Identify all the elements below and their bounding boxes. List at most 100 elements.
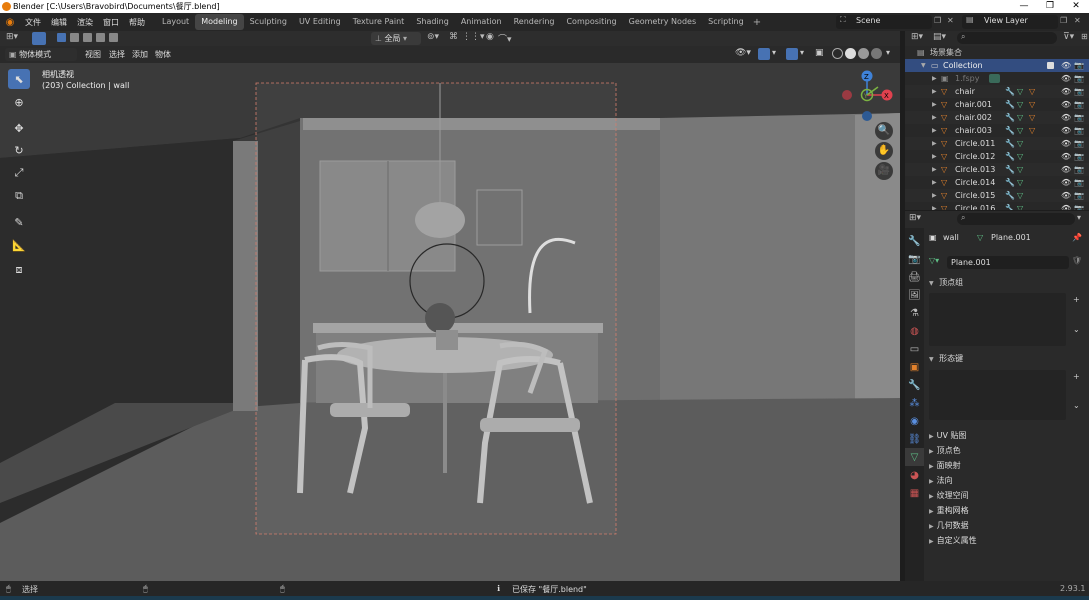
world-tab-icon[interactable]: ◍ <box>905 322 924 340</box>
outliner-item[interactable]: ▶ ▽ Circle.012 🔧 ▽ 👁 📷 <box>905 150 1089 163</box>
visibility-eye-icon[interactable]: 👁 <box>1061 150 1071 163</box>
collection-render-icon[interactable]: 📷 <box>1074 59 1084 72</box>
shading-dropdown-icon[interactable]: ▾ <box>886 48 890 57</box>
outliner-item[interactable]: ▶ ▽ chair.002 🔧 ▽ ▽ 👁 📷 <box>905 111 1089 124</box>
panel-header[interactable]: ▶ 法向 <box>925 473 1089 488</box>
collection-tab-icon[interactable]: ▭ <box>905 340 924 358</box>
cursor-tool[interactable]: ⊕ <box>8 92 30 112</box>
viewport-menu-object[interactable]: 物体 <box>150 49 176 60</box>
shading-solid-icon[interactable] <box>845 48 856 59</box>
material-tab-icon[interactable]: ◕ <box>905 466 924 484</box>
expand-icon[interactable]: ▶ <box>932 150 937 163</box>
texture-tab-icon[interactable]: ▦ <box>905 484 924 502</box>
navigation-gizmo[interactable]: Z X Y <box>836 65 896 125</box>
collection-checkbox[interactable] <box>1047 62 1054 69</box>
camera-view-icon[interactable]: 🎥 <box>875 162 893 180</box>
select-subtract-icon[interactable] <box>83 33 92 42</box>
maximize-icon[interactable]: ❐ <box>1037 0 1063 13</box>
outliner-search-input[interactable]: ⌕ <box>957 32 1057 44</box>
visibility-eye-icon[interactable]: 👁 <box>1061 98 1071 111</box>
editor-type-icon[interactable]: ⊞▾ <box>6 32 18 42</box>
workspace-tab-scripting[interactable]: Scripting <box>702 14 750 30</box>
expand-icon[interactable]: ▶ <box>932 163 937 176</box>
panel-header[interactable]: ▶ UV 贴图 <box>925 428 1089 443</box>
proportional-edit-icon[interactable]: ◉ <box>486 32 494 42</box>
select-difference-icon[interactable] <box>96 33 105 42</box>
overlay-toggle-icon[interactable] <box>786 48 798 60</box>
outliner-editor-icon[interactable]: ⊞▾ <box>911 32 923 42</box>
falloff-icon[interactable]: ⌒▾ <box>498 32 512 45</box>
visibility-eye-icon[interactable]: 👁 <box>1061 111 1071 124</box>
3d-viewport[interactable]: 相机透视 (203) Collection | wall ⬉ ⊕ ✥ ↻ ⤢ ⧉… <box>0 63 900 581</box>
expand-icon[interactable]: ▶ <box>932 72 937 85</box>
visibility-icon[interactable]: 👁▾ <box>735 48 751 58</box>
workspace-tab-rendering[interactable]: Rendering <box>508 14 561 30</box>
display-mode-icon[interactable]: ▤▾ <box>933 32 946 42</box>
panel-header[interactable]: ▶ 重构网格 <box>925 503 1089 518</box>
pin-icon[interactable]: 📌 <box>1072 233 1082 242</box>
scene-selector[interactable]: ⛶ Scene <box>836 15 932 29</box>
gizmo-neg-z-axis[interactable] <box>862 111 872 121</box>
pivot-icon[interactable]: ⊚▾ <box>427 32 439 42</box>
render-camera-icon[interactable]: 📷 <box>1074 202 1084 210</box>
transform-tool[interactable]: ⧉ <box>8 186 30 206</box>
visibility-eye-icon[interactable]: 👁 <box>1061 124 1071 137</box>
select-tool-icon[interactable] <box>32 32 46 45</box>
mesh-browse-icon[interactable]: ▽▾ <box>929 256 939 265</box>
panel-header[interactable]: ▶ 纹理空间 <box>925 488 1089 503</box>
collection-visibility-icon[interactable]: 👁 <box>1061 59 1071 72</box>
expand-icon[interactable]: ▶ <box>932 176 937 189</box>
select-intersect-icon[interactable] <box>109 33 118 42</box>
minimize-icon[interactable]: — <box>1011 0 1037 13</box>
shape-keys-list[interactable] <box>929 370 1066 420</box>
visibility-eye-icon[interactable]: 👁 <box>1061 202 1071 210</box>
workspace-tab-uv-editing[interactable]: UV Editing <box>293 14 347 30</box>
outliner-item[interactable]: ▶ ▽ Circle.013 🔧 ▽ 👁 📷 <box>905 163 1089 176</box>
move-tool[interactable]: ✥ <box>8 118 30 138</box>
outliner-item[interactable]: ▶ ▽ Circle.015 🔧 ▽ 👁 📷 <box>905 189 1089 202</box>
render-camera-icon[interactable]: 📷 <box>1074 150 1084 163</box>
add-vertex-group-icon[interactable]: + <box>1073 295 1080 304</box>
expand-icon[interactable]: ▶ <box>932 189 937 202</box>
panel-header[interactable]: ▶ 顶点色 <box>925 443 1089 458</box>
panel-vertex-groups-header[interactable]: ▼ 顶点组 <box>925 275 1089 290</box>
scene-tab-icon[interactable]: ⚗ <box>905 304 924 322</box>
render-camera-icon[interactable]: 📷 <box>1074 72 1084 85</box>
select-extend-icon[interactable] <box>70 33 79 42</box>
render-camera-icon[interactable]: 📷 <box>1074 124 1084 137</box>
scene-new-icon[interactable]: ❐ <box>934 16 941 25</box>
workspace-tab-texture-paint[interactable]: Texture Paint <box>347 14 411 30</box>
render-camera-icon[interactable]: 📷 <box>1074 163 1084 176</box>
scale-tool[interactable]: ⤢ <box>8 163 30 183</box>
gizmo-toggle-icon[interactable] <box>758 48 770 60</box>
panel-header[interactable]: ▶ 自定义属性 <box>925 533 1089 548</box>
rotate-tool[interactable]: ↻ <box>8 140 30 160</box>
select-box-tool[interactable]: ⬉ <box>8 69 30 89</box>
workspace-tab-animation[interactable]: Animation <box>455 14 508 30</box>
properties-search-input[interactable]: ⌕ <box>957 213 1075 225</box>
scene-delete-icon[interactable]: ✕ <box>947 16 954 25</box>
snap-icon[interactable]: ⌘ <box>449 32 458 42</box>
menu-edit[interactable]: 编辑 <box>46 17 72 28</box>
zoom-icon[interactable]: 🔍 <box>875 122 893 140</box>
constraints-tab-icon[interactable]: ⛓ <box>905 430 924 448</box>
outliner-item[interactable]: ▶ ▽ chair 🔧 ▽ ▽ 👁 📷 <box>905 85 1089 98</box>
shading-wireframe-icon[interactable] <box>832 48 843 59</box>
render-camera-icon[interactable]: 📷 <box>1074 98 1084 111</box>
visibility-eye-icon[interactable]: 👁 <box>1061 163 1071 176</box>
visibility-eye-icon[interactable]: 👁 <box>1061 137 1071 150</box>
expand-icon[interactable]: ▶ <box>932 111 937 124</box>
outliner-item[interactable]: ▶ ▽ chair.001 🔧 ▽ ▽ 👁 📷 <box>905 98 1089 111</box>
visibility-eye-icon[interactable]: 👁 <box>1061 189 1071 202</box>
panel-shape-keys-header[interactable]: ▼ 形态键 <box>925 351 1089 366</box>
gizmo-dropdown-icon[interactable]: ▾ <box>772 48 776 57</box>
view-layer-tab-icon[interactable]: 🖼 <box>905 286 924 304</box>
tool-tab-icon[interactable]: 🔧 <box>905 232 924 250</box>
collection-expand-icon[interactable]: ▼ <box>921 59 926 72</box>
view-layer-selector[interactable]: ▤ View Layer <box>962 15 1058 29</box>
expand-icon[interactable]: ▶ <box>932 85 937 98</box>
shading-rendered-icon[interactable] <box>871 48 882 59</box>
close-icon[interactable]: ✕ <box>1063 0 1089 13</box>
render-tab-icon[interactable]: 📷 <box>905 250 924 268</box>
expand-icon[interactable]: ▶ <box>932 124 937 137</box>
